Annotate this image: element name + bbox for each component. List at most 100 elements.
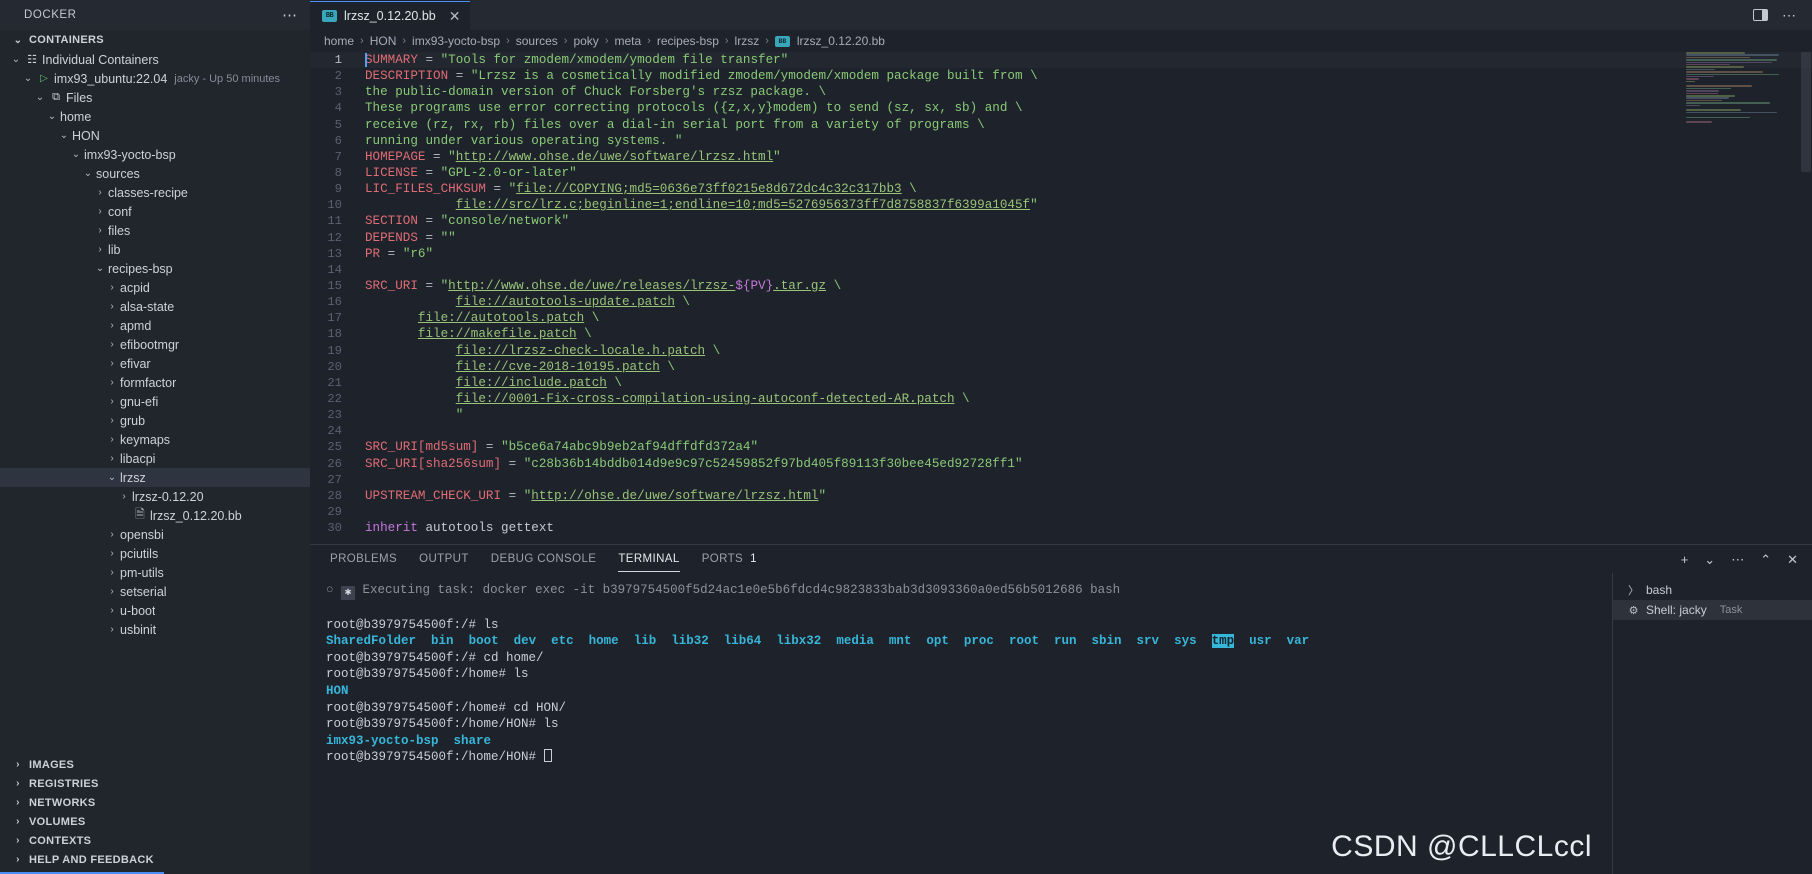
panel-tab-debug-console[interactable]: DEBUG CONSOLE xyxy=(491,545,597,573)
tree-item-lrzsz-0-12-20[interactable]: › lrzsz-0.12.20 xyxy=(0,487,310,506)
sidebar-section-help-and-feedback[interactable]: › HELP AND FEEDBACK xyxy=(0,850,310,869)
containers-icon: ☷ xyxy=(27,54,37,66)
sidebar-section-containers[interactable]: ⌄ CONTAINERS xyxy=(0,30,310,50)
more-actions-icon[interactable]: ⋯ xyxy=(1731,553,1744,566)
terminal-prompt-line: root@b3979754500f:/# ls xyxy=(326,617,499,632)
tree-item-imx93-ubuntu-22-04[interactable]: ⌄ ▷ imx93_ubuntu:22.04 jacky - Up 50 minute… xyxy=(0,69,310,88)
tree-item-recipes-bsp[interactable]: ⌄ recipes-bsp xyxy=(0,259,310,278)
code-token: LIC_FILES_CHKSUM xyxy=(365,182,486,197)
sidebar-section-networks[interactable]: › NETWORKS xyxy=(0,793,310,812)
tree-item-apmd[interactable]: › apmd xyxy=(0,316,310,335)
terminal-list-item-shell-jacky[interactable]: ⚙ Shell: jacky Task xyxy=(1613,600,1812,620)
chevron-down-icon: ⌄ xyxy=(47,111,57,122)
tree-item-setserial[interactable]: › setserial xyxy=(0,582,310,601)
panel-tab-terminal[interactable]: TERMINAL xyxy=(618,545,681,573)
tree-item-efivar[interactable]: › efivar xyxy=(0,354,310,373)
maximize-panel-icon[interactable]: ⌃ xyxy=(1760,553,1771,566)
terminal-dir: HON xyxy=(326,683,349,698)
play-icon: ▷ xyxy=(40,73,48,84)
section-label: HELP AND FEEDBACK xyxy=(29,853,154,866)
line-number: 23 xyxy=(327,408,342,423)
close-panel-icon[interactable]: ✕ xyxy=(1787,553,1798,566)
tree-item-hon[interactable]: ⌄ HON xyxy=(0,126,310,145)
breadcrumb-item-imx93-yocto-bsp[interactable]: imx93-yocto-bsp xyxy=(412,34,500,48)
minimap[interactable] xyxy=(1686,52,1798,138)
split-dropdown-icon[interactable]: ⌄ xyxy=(1704,553,1715,566)
tree-item-usbinit[interactable]: › usbinit xyxy=(0,620,310,639)
tree-item-files[interactable]: ⌄ ⧉ Files xyxy=(0,88,310,107)
breadcrumb-item-meta[interactable]: meta xyxy=(614,34,641,48)
tree-item-keymaps[interactable]: › keymaps xyxy=(0,430,310,449)
tree-item-lrzsz[interactable]: ⌄ lrzsz xyxy=(0,468,310,487)
line-number: 16 xyxy=(327,295,342,310)
panel-tab-label: TERMINAL xyxy=(618,553,680,565)
tree-item-formfactor[interactable]: › formfactor xyxy=(0,373,310,392)
tree-item-conf[interactable]: › conf xyxy=(0,202,310,221)
minimap-line xyxy=(1686,66,1744,68)
breadcrumb-item-home[interactable]: home xyxy=(324,34,354,48)
panel-tab-label: PROBLEMS xyxy=(330,553,398,565)
terminal-list-item-bash[interactable]: 〉 bash xyxy=(1613,580,1812,600)
breadcrumb-item-hon[interactable]: HON xyxy=(370,34,397,48)
minimap-line xyxy=(1686,63,1731,66)
panel-tab-ports[interactable]: PORTS 1 xyxy=(702,545,757,573)
tree-item-classes-recipe[interactable]: › classes-recipe xyxy=(0,183,310,202)
tree-item-status: jacky - Up 50 minutes xyxy=(174,72,281,85)
tree-item-lib[interactable]: › lib xyxy=(0,240,310,259)
code-token: DESCRIPTION xyxy=(365,69,449,84)
tree-item-individual-containers[interactable]: ⌄ ☷ Individual Containers xyxy=(0,50,310,69)
breadcrumb-item-sources[interactable]: sources xyxy=(516,34,558,48)
editor-scrollbar[interactable] xyxy=(1798,52,1812,544)
terminal-prompt-line: root@b3979754500f:/home/HON# ls xyxy=(326,717,559,732)
split-editor-icon[interactable] xyxy=(1753,9,1768,21)
line-text: SRC_URI[md5sum] = "b5ce6a74abc9b9eb2af94… xyxy=(358,439,1812,455)
tree-item-acpid[interactable]: › acpid xyxy=(0,278,310,297)
panel-tab-output[interactable]: OUTPUT xyxy=(419,545,469,573)
tree-item-opensbi[interactable]: › opensbi xyxy=(0,525,310,544)
breadcrumb-item-lrzsz[interactable]: lrzsz xyxy=(735,34,760,48)
minimap-line xyxy=(1686,95,1736,97)
tree-item-files[interactable]: › files xyxy=(0,221,310,240)
code-editor[interactable]: 1 SUMMARY = "Tools for zmodem/xmodem/ymod… xyxy=(310,52,1812,544)
tree-item-pciutils[interactable]: › pciutils xyxy=(0,544,310,563)
terminal-view[interactable]: ○ ✱ Executing task: docker exec -it b397… xyxy=(310,573,1612,874)
editor-tab-lrzsz[interactable]: BB lrzsz_0.12.20.bb ✕ xyxy=(310,0,471,30)
chevron-down-icon: ⌄ xyxy=(95,263,105,274)
breadcrumb-item-recipes-bsp[interactable]: recipes-bsp xyxy=(657,34,719,48)
sidebar-section-registries[interactable]: › REGISTRIES xyxy=(0,774,310,793)
tree-item-efibootmgr[interactable]: › efibootmgr xyxy=(0,335,310,354)
new-terminal-icon[interactable]: + xyxy=(1681,553,1689,566)
scrollbar-thumb[interactable] xyxy=(1801,52,1811,172)
sidebar-section-contexts[interactable]: › CONTEXTS xyxy=(0,831,310,850)
minimap-line xyxy=(1686,109,1741,111)
breadcrumb-item-poky[interactable]: poky xyxy=(573,34,598,48)
tree-item-u-boot[interactable]: › u-boot xyxy=(0,601,310,620)
code-line: 27 xyxy=(310,472,1812,488)
line-text: the public-domain version of Chuck Forsb… xyxy=(358,84,1812,100)
tree-item-label: efivar xyxy=(120,356,151,371)
panel-tab-problems[interactable]: PROBLEMS xyxy=(330,545,397,573)
tree-item-sources[interactable]: ⌄ sources xyxy=(0,164,310,183)
tree-item-imx93-yocto-bsp[interactable]: ⌄ imx93-yocto-bsp xyxy=(0,145,310,164)
code-line: 28 UPSTREAM_CHECK_URI = "http://ohse.de/u… xyxy=(310,488,1812,504)
tree-item-pm-utils[interactable]: › pm-utils xyxy=(0,563,310,582)
code-line: 4 These programs use error correcting pro… xyxy=(310,100,1812,116)
tree-item-libacpi[interactable]: › libacpi xyxy=(0,449,310,468)
tree-item-lrzsz-0-12-20-bb[interactable]: 🗎 lrzsz_0.12.20.bb xyxy=(0,506,310,525)
sidebar-section-volumes[interactable]: › VOLUMES xyxy=(0,812,310,831)
sidebar-more-icon[interactable]: ⋯ xyxy=(282,8,298,23)
close-icon[interactable]: ✕ xyxy=(449,9,461,23)
code-token: file://makefile.patch xyxy=(417,327,577,342)
breadcrumb-file[interactable]: lrzsz_0.12.20.bb xyxy=(797,34,885,48)
tree-item-home[interactable]: ⌄ home xyxy=(0,107,310,126)
sidebar-section-images[interactable]: › IMAGES xyxy=(0,755,310,774)
tree-item-alsa-state[interactable]: › alsa-state xyxy=(0,297,310,316)
more-actions-icon[interactable]: ⋯ xyxy=(1782,7,1796,24)
tree-item-grub[interactable]: › grub xyxy=(0,411,310,430)
tree-item-label: recipes-bsp xyxy=(108,261,173,276)
tree-item-gnu-efi[interactable]: › gnu-efi xyxy=(0,392,310,411)
minimap-line xyxy=(1686,52,1745,54)
